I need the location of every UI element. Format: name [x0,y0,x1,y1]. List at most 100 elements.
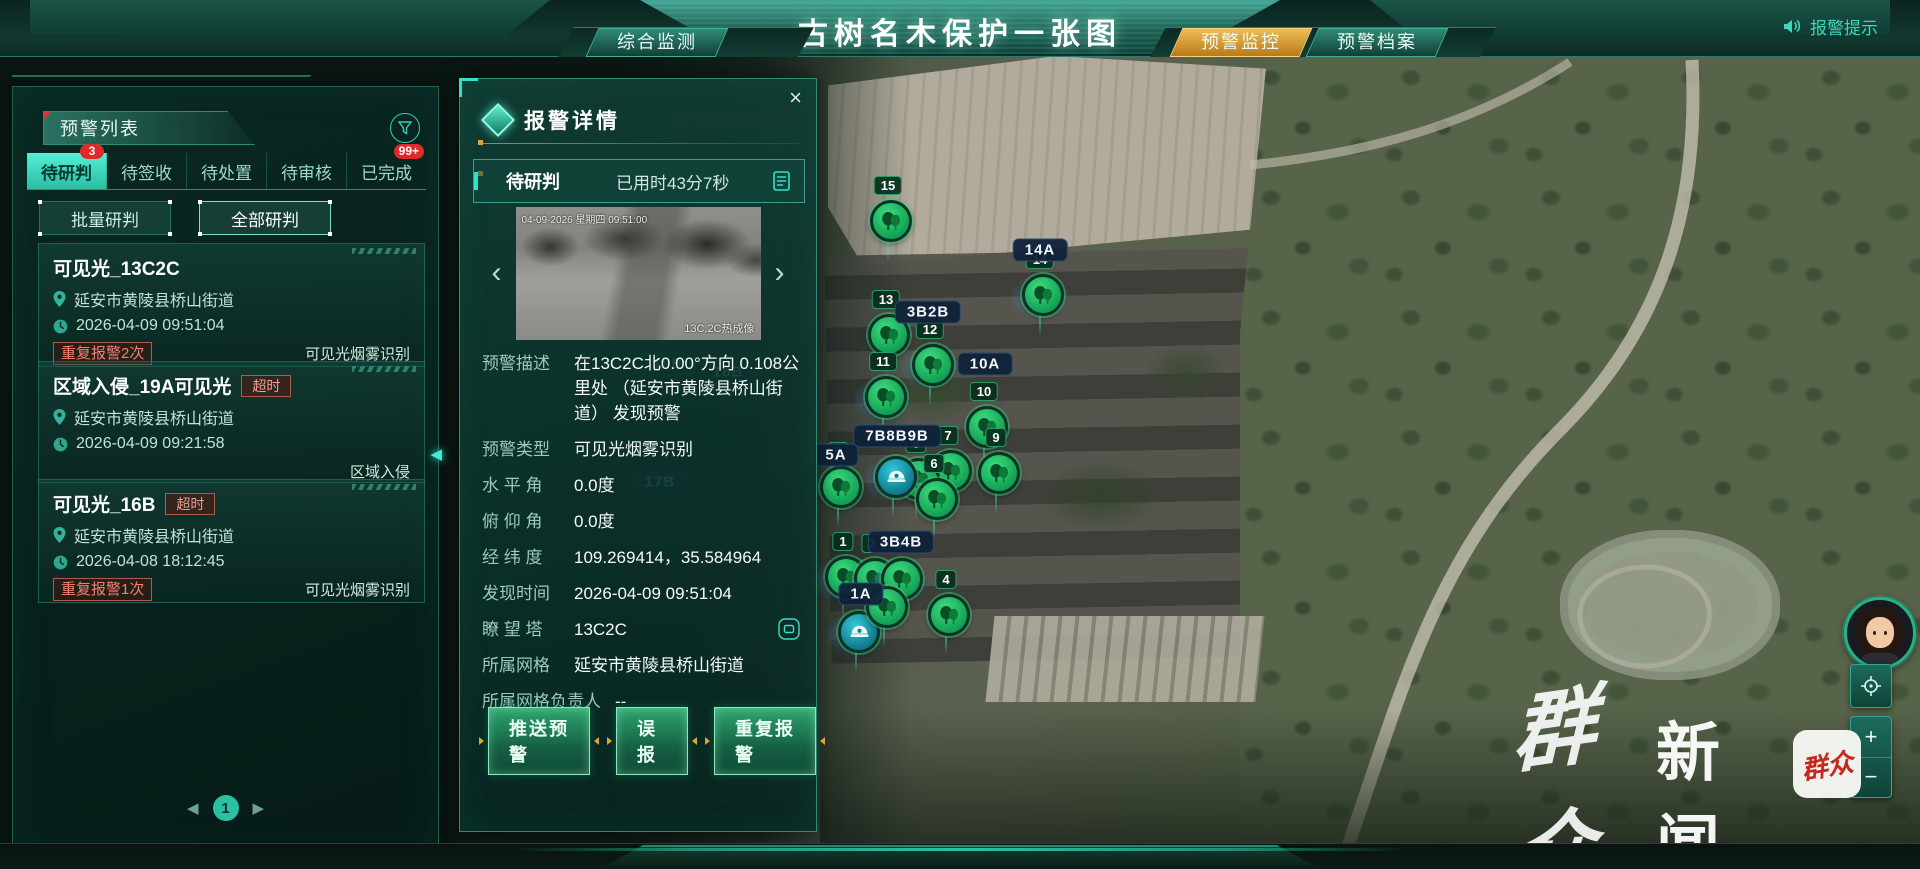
field-grid: 所属网格 延安市黄陵县桥山街道 [482,653,800,678]
repeat-alarm-badge: 重复报警1次 [53,578,152,601]
map-area-label-1A: 1A [838,583,883,606]
field-coordinates: 经 纬 度 109.269414，35.584964 [482,545,800,570]
camera-view-icon[interactable] [778,618,800,640]
tab-pending-judgement-badge: 3 [80,144,104,159]
carousel-next-button[interactable]: › [775,258,785,288]
page-number-current[interactable]: 1 [213,795,239,821]
field-type: 预警类型 可见光烟雾识别 [482,437,800,462]
field-pitch-angle: 俯 仰 角 0.0度 [482,509,800,534]
marker-number-label: 1 [832,532,853,551]
warning-card-title: 区域入侵_19A可见光 [53,372,231,399]
elapsed-time: 已用时43分7秒 [616,169,773,194]
alarm-camera-image[interactable]: 04-09-2026 星期四 09:51:00 13C.2C热成像 [516,207,761,340]
tree-marker-icon [870,200,912,242]
watermark-script-text: 群众 [1512,657,1589,869]
alarm-detail-panel: × 报警详情 待研判 已用时43分7秒 ‹ 04-09-2026 星期四 09:… [459,78,817,832]
status-bar: 待研判 已用时43分7秒 [473,159,805,203]
tree-marker-icon [865,376,907,418]
warning-card-type: 可见光烟雾识别 [305,579,410,600]
tab-pending-receipt-label: 待签收 [121,159,172,184]
pagination: ◀ 1 ▶ [13,795,438,821]
field-value: 在13C2C北0.00°方向 0.108公里处 （延安市黄陵县桥山街道） 发现预… [574,351,800,426]
tab-pending-disposal[interactable]: 待处置 [187,153,267,189]
screen: 15141312111097865123414A3B2B10A7B8B9B5A3… [0,0,1920,869]
timeout-badge: 超时 [241,375,291,397]
tab-pending-receipt[interactable]: 待签收 [107,153,187,189]
false-alarm-button[interactable]: 误报 [616,707,688,775]
carousel-prev-button[interactable]: ‹ [492,258,502,288]
filter-button[interactable] [390,113,420,143]
page-prev-button[interactable]: ◀ [187,799,199,817]
tree-marker-icon [978,452,1020,494]
page-next-button[interactable]: ▶ [253,799,265,817]
tree-marker-icon [928,594,970,636]
news-app-logo-text: 群众 [1798,741,1856,786]
close-icon[interactable]: × [789,87,802,109]
batch-judgement-button[interactable]: 批量研判 [39,201,171,235]
tab-pending-review-label: 待审核 [281,159,332,184]
tab-completed[interactable]: 已完成 99+ [347,153,426,189]
warning-card-time: 2026-04-09 09:21:58 [76,435,225,453]
tab-warning-archive-label: 预警档案 [1337,29,1417,56]
tab-pending-judgement[interactable]: 待研判 3 [27,153,107,189]
tab-pending-review[interactable]: 待审核 [267,153,347,189]
marker-number-label: 4 [935,570,956,589]
marker-number-label: 10 [970,382,998,401]
field-value: 延安市黄陵县桥山街道 [574,653,800,678]
batch-judgement-label: 批量研判 [71,206,139,231]
marker-number-label: 15 [874,176,902,195]
field-description: 预警描述 在13C2C北0.00°方向 0.108公里处 （延安市黄陵县桥山街道… [482,351,800,426]
marker-number-label: 11 [869,352,897,371]
warning-card-title: 可见光_13C2C [53,254,180,281]
alarm-hint-label: 报警提示 [1810,14,1878,39]
alarm-hint-button[interactable]: 报警提示 [1783,14,1878,39]
field-value: 0.0度 [574,509,800,534]
warning-card-time: 2026-04-08 18:12:45 [76,553,225,571]
tree-marker-icon [820,466,862,508]
tab-warning-archive[interactable]: 预警档案 [1306,28,1449,57]
map-area-label-3B2B: 3B2B [895,301,961,324]
tab-comprehensive-monitoring-label: 综合监测 [617,29,697,56]
alarm-detail-title: 报警详情 [524,105,620,135]
all-judgement-button[interactable]: 全部研判 [199,201,331,235]
warning-card-3[interactable]: 可见光_16B 超时 延安市黄陵县桥山街道 2026-04-08 18:12:4… [38,479,425,603]
field-value: 2026-04-09 09:51:04 [574,581,800,606]
location-pin-icon [53,527,66,543]
news-app-logo: 群众 [1793,730,1861,798]
field-label: 瞭 望 塔 [482,617,574,642]
warning-card-1[interactable]: 可见光_13C2C 延安市黄陵县桥山街道 2026-04-09 09:51:04… [38,243,425,367]
warning-list-titlebar: 预警列表 [43,111,255,145]
title-divider [482,143,802,144]
field-label: 预警类型 [482,437,574,462]
push-warning-button[interactable]: 推送预警 [488,707,590,775]
clock-icon [53,319,68,334]
location-pin-icon [53,291,66,307]
field-label: 水 平 角 [482,473,574,498]
field-label: 俯 仰 角 [482,509,574,534]
page-title: 古树名木保护一张图 [0,9,1920,53]
tab-comprehensive-monitoring[interactable]: 综合监测 [586,28,729,57]
warning-card-2[interactable]: 区域入侵_19A可见光 超时 延安市黄陵县桥山街道 2026-04-09 09:… [38,361,425,483]
warning-status-tabs: 待研判 3 待签收 待处置 待审核 已完成 99+ [27,153,426,190]
document-icon[interactable] [773,171,790,191]
warning-card-time: 2026-04-09 09:51:04 [76,317,225,335]
warning-card-location: 延安市黄陵县桥山街道 [74,523,234,547]
field-value: 13C2C [574,617,800,642]
marker-number-label: 6 [923,454,944,473]
field-value: 0.0度 [574,473,800,498]
all-judgement-label: 全部研判 [231,206,299,231]
gold-dot-decor [478,140,483,145]
panel-collapse-button[interactable]: ◀ [430,445,442,463]
field-value: 可见光烟雾识别 [574,437,800,462]
tree-marker-icon [912,344,954,386]
field-watchtower: 瞭 望 塔 13C2C [482,617,800,642]
field-label: 预警描述 [482,351,574,426]
tab-warning-monitoring[interactable]: 预警监控 [1170,28,1313,57]
tree-marker-icon [1022,274,1064,316]
alarm-image-carousel: ‹ 04-09-2026 星期四 09:51:00 13C.2C热成像 › [474,203,802,343]
status-value: 待研判 [506,168,560,194]
alarm-fields: 预警描述 在13C2C北0.00°方向 0.108公里处 （延安市黄陵县桥山街道… [482,351,800,725]
clock-icon [53,555,68,570]
repeat-alarm-button[interactable]: 重复报警 [714,707,816,775]
tab-completed-badge: 99+ [394,144,424,159]
